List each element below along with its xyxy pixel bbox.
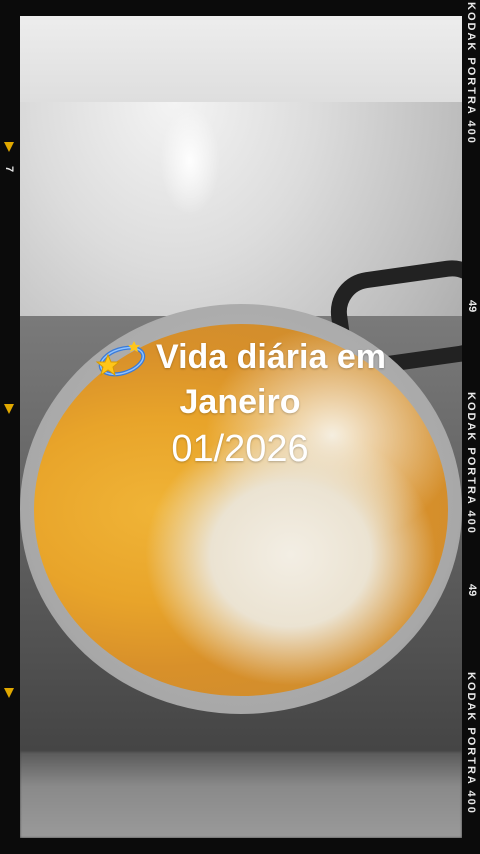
frame-number-right: 49	[466, 300, 478, 313]
photo-wall-top	[20, 16, 462, 102]
film-brand-label: KODAK PORTRA 400	[465, 2, 477, 145]
title-overlay: Vida diária em Janeiro 01/2026	[0, 338, 480, 471]
title-line-1-row: Vida diária em	[0, 338, 480, 377]
date-label: 01/2026	[171, 428, 309, 470]
frame-number-left: 7	[3, 166, 15, 173]
photo-blur-bottom	[20, 752, 462, 838]
photo-light-glare	[160, 106, 220, 216]
film-marker-left	[4, 142, 14, 152]
film-marker-left	[4, 688, 14, 698]
frame-number-right: 49	[466, 584, 478, 597]
title-line-1: Vida diária em	[156, 338, 386, 376]
dizzy-star-icon	[94, 339, 150, 377]
film-brand-label: KODAK PORTRA 400	[465, 672, 477, 815]
title-line-2: Janeiro	[179, 383, 301, 421]
